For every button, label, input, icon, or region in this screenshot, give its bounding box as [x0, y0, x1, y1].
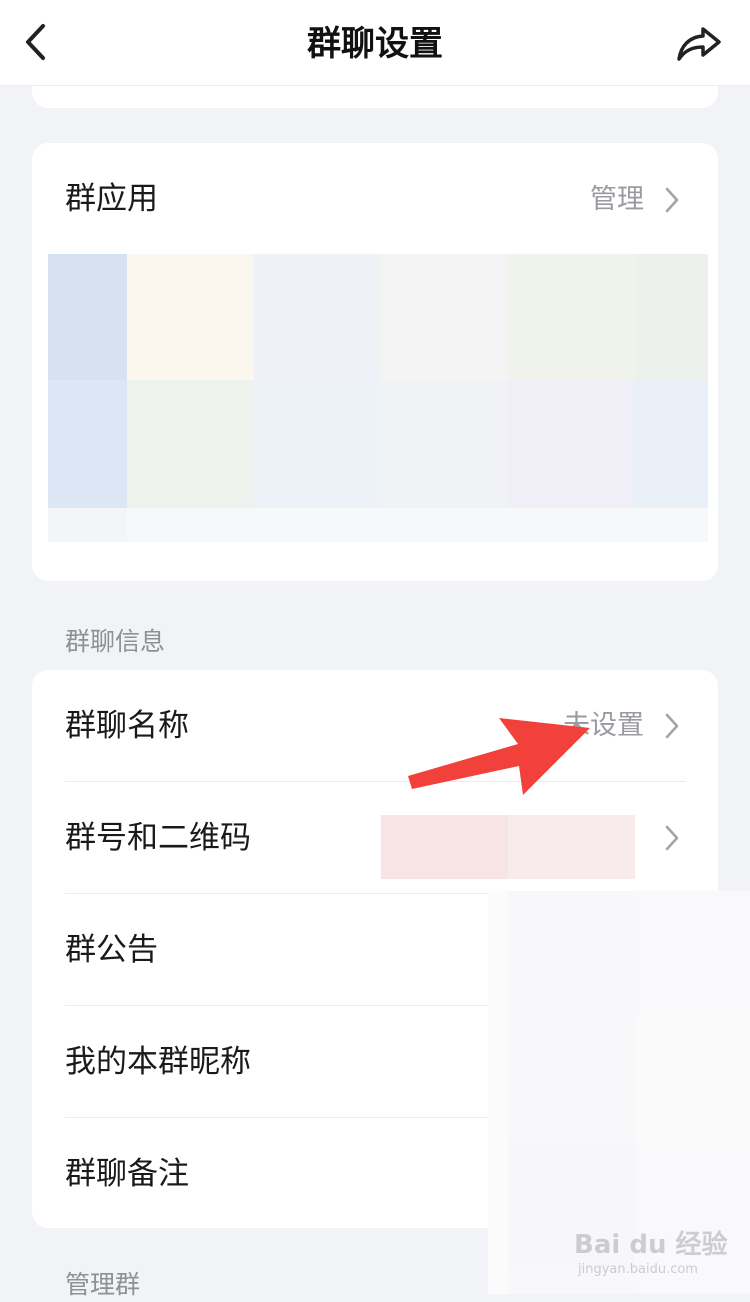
- group-announcement-label: 群公告: [65, 932, 158, 968]
- section-label-group-info: 群聊信息: [65, 627, 166, 656]
- group-apps-header[interactable]: 群应用 管理: [32, 143, 718, 253]
- share-forward-icon: [677, 27, 721, 61]
- group-name-row[interactable]: 群聊名称 未设置: [32, 670, 718, 782]
- manage-link[interactable]: 管理: [590, 180, 644, 220]
- watermark-url: jingyan.baidu.com: [578, 1262, 698, 1277]
- chevron-right-icon: [665, 825, 679, 851]
- annotation-arrow-icon: [408, 718, 590, 795]
- navigation-bar: 群聊设置: [0, 0, 750, 86]
- page-title: 群聊设置: [307, 24, 443, 64]
- group-number-qr-label: 群号和二维码: [65, 820, 251, 856]
- group-apps-title: 群应用: [65, 181, 158, 217]
- group-number-redacted: [381, 815, 635, 879]
- chevron-right-icon: [665, 713, 679, 739]
- group-apps-card: 群应用 管理: [32, 143, 718, 581]
- watermark-brand: Bai du 经验: [574, 1230, 728, 1260]
- group-remark-label: 群聊备注: [65, 1156, 189, 1192]
- section-label-manage-group: 管理群: [65, 1270, 141, 1299]
- chevron-right-icon: [665, 187, 679, 213]
- group-number-qr-row[interactable]: 群号和二维码: [32, 782, 718, 894]
- group-apps-grid-blurred[interactable]: [48, 254, 708, 542]
- my-group-nickname-label: 我的本群昵称: [65, 1044, 251, 1080]
- watermark-logo: Bai du 经验 jingyan.baidu.com: [574, 1214, 744, 1284]
- group-name-label: 群聊名称: [65, 708, 189, 744]
- share-button[interactable]: [674, 20, 724, 68]
